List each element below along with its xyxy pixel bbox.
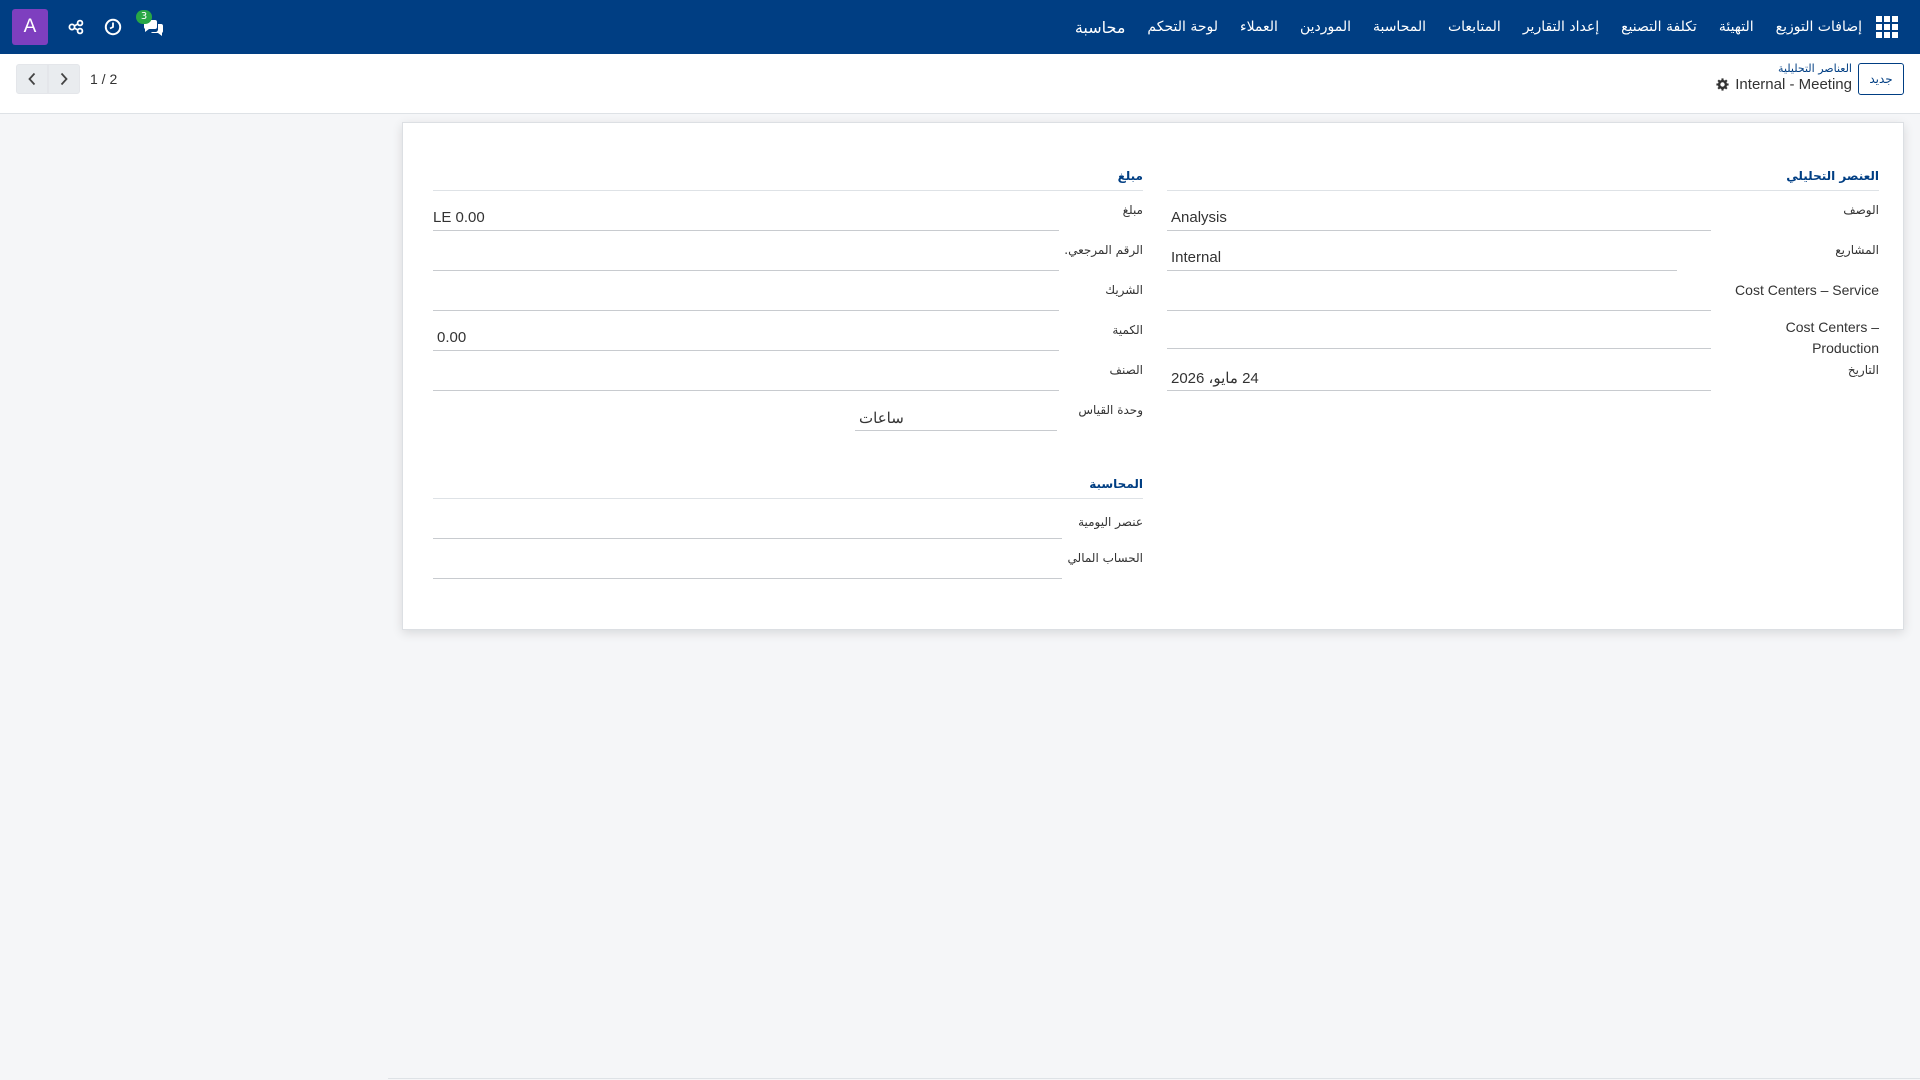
journal-item-field[interactable] (433, 513, 1062, 539)
amount-group: مبلغ مبلغ LE 0.00 الرقم المرجعي. الشريك … (433, 169, 1143, 431)
menu-reporting[interactable]: إعداد التقارير (1523, 19, 1599, 35)
chevron-right-icon (60, 72, 68, 86)
pager-next-button[interactable] (48, 64, 80, 94)
projects-label: المشاريع (1835, 243, 1879, 257)
description-label: الوصف (1843, 203, 1879, 217)
reference-field[interactable] (433, 245, 1059, 271)
analytic-item-group: العنصر التحليلي الوصف Analysis المشاريع … (1167, 169, 1879, 391)
systray: A 3 (12, 0, 164, 54)
row-description: الوصف Analysis (1167, 191, 1879, 231)
row-journal-item: عنصر اليومية (433, 499, 1143, 539)
financial-account-field[interactable] (433, 553, 1062, 579)
cost-centers-production-field[interactable] (1167, 323, 1711, 349)
projects-field[interactable]: Internal (1167, 245, 1677, 271)
amount-label: مبلغ (1122, 203, 1143, 217)
row-projects: المشاريع Internal (1167, 231, 1879, 271)
menu-configuration[interactable]: التهيئة (1719, 19, 1754, 35)
row-cost-centers-production: Cost Centers – Production (1167, 311, 1879, 359)
apps-menu-icon[interactable] (1876, 16, 1898, 38)
description-field[interactable]: Analysis (1167, 205, 1711, 231)
chevron-left-icon (28, 72, 36, 86)
menu-followups[interactable]: المتابعات (1448, 19, 1501, 35)
pager: 1 / 2 (16, 64, 117, 94)
quantity-field[interactable]: 0.00 (433, 325, 1059, 351)
reference-label: الرقم المرجعي. (1064, 243, 1143, 257)
row-reference: الرقم المرجعي. (433, 231, 1143, 271)
control-panel: 1 / 2 جديد العناصر التحليلية Internal - … (0, 54, 1920, 114)
row-uom: وحدة القياس ساعات (433, 391, 1143, 431)
app-brand[interactable]: محاسبة (1075, 18, 1126, 37)
row-financial-account: الحساب المالي (433, 539, 1143, 579)
row-partner: الشريك (433, 271, 1143, 311)
group-title-accounting: المحاسبة (433, 477, 1143, 499)
menu-manufacturing-cost[interactable]: تكلفة التصنيع (1621, 19, 1697, 35)
cost-centers-production-label: Cost Centers – Production (1785, 319, 1879, 356)
clock-icon[interactable] (104, 18, 122, 36)
chat-badge: 3 (136, 10, 152, 24)
gear-icon[interactable] (1716, 78, 1729, 91)
menu-distribution-addons[interactable]: إضافات التوزيع (1776, 19, 1862, 35)
top-navbar: محاسبة لوحة التحكم العملاء الموردين المح… (0, 0, 1920, 54)
breadcrumb: العناصر التحليلية Internal - Meeting (1716, 62, 1852, 93)
quantity-label: الكمية (1112, 323, 1143, 337)
amount-field[interactable]: LE 0.00 (433, 205, 1059, 231)
page-bottom-divider (388, 1078, 1920, 1079)
product-field[interactable] (433, 365, 1059, 391)
menu-customers[interactable]: العملاء (1240, 19, 1278, 35)
cost-centers-service-field[interactable] (1167, 285, 1711, 311)
product-label: الصنف (1109, 363, 1143, 377)
row-date: التاريخ 24 مايو، 2026 (1167, 359, 1879, 391)
main-menu: محاسبة لوحة التحكم العملاء الموردين المح… (1075, 0, 1862, 54)
form-sheet: العنصر التحليلي الوصف Analysis المشاريع … (402, 122, 1904, 630)
partner-field[interactable] (433, 285, 1059, 311)
breadcrumb-current: Internal - Meeting (1716, 76, 1852, 93)
chat-icon[interactable]: 3 (136, 10, 164, 36)
pager-previous-button[interactable] (16, 64, 48, 94)
date-label: التاريخ (1847, 363, 1879, 377)
row-amount: مبلغ LE 0.00 (433, 191, 1143, 231)
new-button[interactable]: جديد (1858, 63, 1904, 95)
share-icon[interactable] (68, 19, 84, 35)
row-quantity: الكمية 0.00 (433, 311, 1143, 351)
uom-label: وحدة القياس (1078, 403, 1143, 417)
group-title-amount: مبلغ (433, 169, 1143, 191)
record-title: Internal - Meeting (1735, 76, 1852, 93)
journal-item-label: عنصر اليومية (1078, 515, 1143, 529)
menu-dashboard[interactable]: لوحة التحكم (1147, 19, 1218, 35)
menu-accounting[interactable]: المحاسبة (1373, 19, 1426, 35)
date-field[interactable]: 24 مايو، 2026 (1167, 365, 1711, 391)
group-title-analytic: العنصر التحليلي (1167, 169, 1879, 191)
menu-vendors[interactable]: الموردين (1300, 19, 1351, 35)
uom-field[interactable]: ساعات (855, 405, 1057, 431)
breadcrumb-parent[interactable]: العناصر التحليلية (1716, 62, 1852, 75)
partner-label: الشريك (1105, 283, 1143, 297)
row-product: الصنف (433, 351, 1143, 391)
row-cost-centers-service: Cost Centers – Service (1167, 271, 1879, 311)
accounting-group: المحاسبة عنصر اليومية الحساب المالي (433, 477, 1143, 579)
financial-account-label: الحساب المالي (1067, 551, 1143, 565)
pager-value[interactable]: 1 / 2 (90, 71, 117, 87)
cost-centers-service-label: Cost Centers – Service (1735, 282, 1879, 298)
user-avatar[interactable]: A (12, 9, 48, 45)
